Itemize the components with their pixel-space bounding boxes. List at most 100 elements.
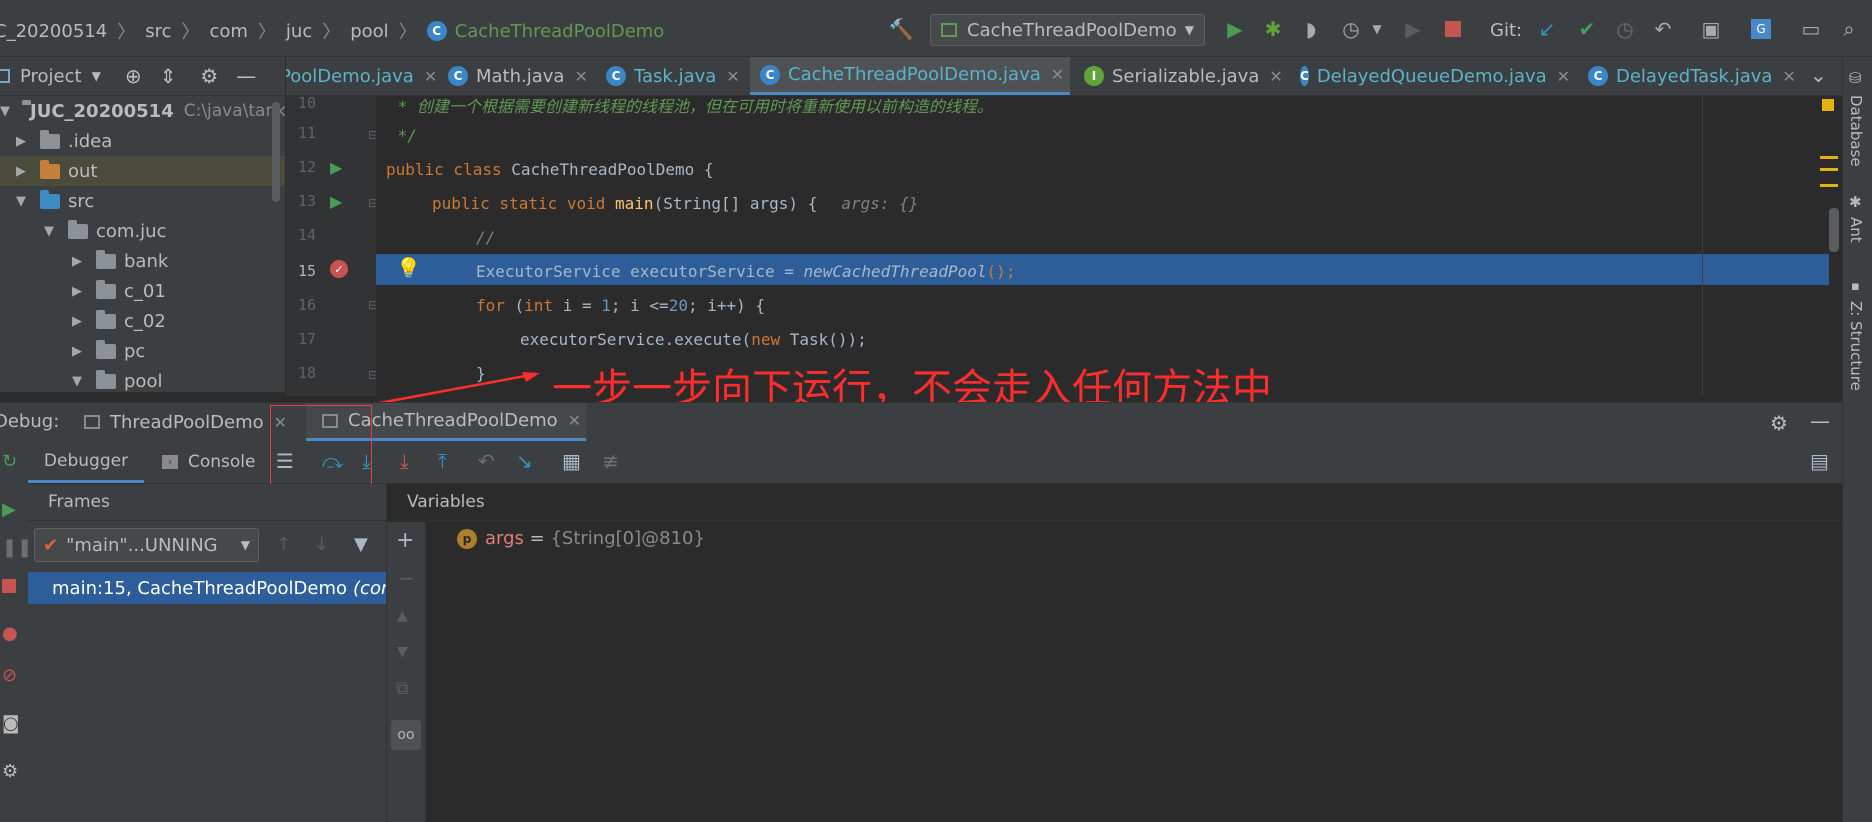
minimize-icon[interactable]: —: [236, 64, 256, 88]
locate-icon[interactable]: ⊕: [125, 64, 142, 88]
collapsed-arrow-icon[interactable]: ▶: [70, 254, 84, 269]
breadcrumb-pool[interactable]: pool: [350, 21, 388, 42]
coverage-icon[interactable]: ◗: [1298, 16, 1324, 42]
tab-serializable[interactable]: I Serializable.java ✕: [1076, 57, 1284, 95]
database-icon[interactable]: ⛁: [1849, 69, 1862, 87]
tabs-overflow-chevron-icon[interactable]: ⌄: [1810, 63, 1827, 87]
filter-icon[interactable]: ▼: [354, 534, 368, 555]
tree-item-src[interactable]: ▼ src: [0, 186, 285, 216]
search-everywhere-icon[interactable]: ⌕: [1836, 16, 1862, 42]
breadcrumb-project[interactable]: C_20200514: [0, 21, 107, 42]
expanded-arrow-icon[interactable]: ▼: [0, 104, 10, 119]
breadcrumb-src[interactable]: src: [145, 21, 171, 42]
tool-window-ant[interactable]: Ant: [1847, 217, 1865, 243]
stop-icon[interactable]: [2, 579, 16, 593]
error-stripe-marker[interactable]: [1820, 184, 1838, 187]
close-icon[interactable]: ✕: [424, 67, 437, 86]
breadcrumb-class[interactable]: CacheThreadPoolDemo: [455, 21, 665, 42]
gear-icon[interactable]: ⚙: [1770, 411, 1788, 435]
thread-select[interactable]: ✔ "main"...UNNING ▼: [34, 528, 259, 562]
resume-program-icon[interactable]: ▶: [2, 499, 16, 520]
code-editor[interactable]: 💡 * 创建一个根据需要创建新线程的线程池，但在可用时将重新使用以前构造的线程。…: [376, 96, 1842, 396]
stop-icon[interactable]: [1440, 16, 1466, 42]
tab-delayedtask[interactable]: C DelayedTask.java ✕: [1580, 57, 1818, 95]
mute-breakpoints-icon[interactable]: ⊘: [2, 665, 17, 686]
breadcrumb-juc[interactable]: juc: [286, 21, 312, 42]
gear-icon[interactable]: ⚙: [2, 761, 18, 782]
chevron-down-icon[interactable]: ▼: [92, 69, 101, 83]
tab-task[interactable]: C Task.java ✕: [598, 57, 746, 95]
tree-item-c01[interactable]: ▶ c_01: [0, 276, 285, 306]
terminal-icon[interactable]: ▭: [1798, 16, 1824, 42]
collapse-all-icon[interactable]: ⇕: [160, 64, 177, 88]
tree-item-pool[interactable]: ▼ pool: [0, 366, 285, 392]
collapsed-arrow-icon[interactable]: ▶: [70, 284, 84, 299]
collapsed-arrow-icon[interactable]: ▶: [70, 344, 84, 359]
tree-item-com-juc[interactable]: ▼ com.juc: [0, 216, 285, 246]
collapsed-arrow-icon[interactable]: ▶: [14, 164, 28, 179]
tab-pooldemo[interactable]: PoolDemo.java ✕: [286, 57, 437, 95]
rerun-icon[interactable]: ↻: [2, 451, 17, 472]
editor-scrollbar[interactable]: [1829, 208, 1839, 252]
expanded-arrow-icon[interactable]: ▼: [14, 194, 28, 209]
chevron-down-icon[interactable]: ▼: [1364, 16, 1390, 42]
tool-window-database[interactable]: Database: [1847, 95, 1865, 167]
camera-icon[interactable]: ◙: [2, 713, 19, 734]
tab-delayedqueuedemo[interactable]: C DelayedQueueDemo.java ✕: [1292, 57, 1570, 95]
profile-icon[interactable]: ◷: [1338, 16, 1364, 42]
tab-math[interactable]: C Math.java ✕: [440, 57, 598, 95]
run-to-cursor-icon[interactable]: ↘: [516, 449, 533, 473]
close-icon[interactable]: ✕: [574, 67, 587, 86]
tree-scrollbar[interactable]: [272, 102, 280, 202]
close-icon[interactable]: ✕: [726, 67, 739, 86]
warning-marker-icon[interactable]: [1822, 99, 1834, 111]
expanded-arrow-icon[interactable]: ▼: [42, 224, 56, 239]
project-structure-icon[interactable]: ▣: [1698, 16, 1724, 42]
build-hammer-icon[interactable]: 🔨: [888, 16, 914, 42]
tab-cachethreadpooldemo[interactable]: C CacheThreadPoolDemo.java ✕: [750, 57, 1070, 95]
project-panel-title[interactable]: Project: [20, 66, 82, 87]
step-out-icon[interactable]: ⤒: [438, 449, 447, 473]
gear-icon[interactable]: ⚙: [200, 64, 218, 88]
tab-debugger[interactable]: Debugger: [28, 441, 144, 483]
run-gutter-icon[interactable]: ▶: [330, 192, 342, 211]
evaluate-expression-icon[interactable]: ▦: [562, 449, 581, 473]
git-history-icon[interactable]: ◷: [1612, 16, 1638, 42]
variable-row[interactable]: p args = {String[0]@810}: [457, 528, 705, 549]
tree-item-out[interactable]: ▶ out: [0, 156, 285, 186]
git-rollback-icon[interactable]: ↶: [1650, 16, 1676, 42]
collapsed-arrow-icon[interactable]: ▶: [70, 314, 84, 329]
minimize-icon[interactable]: —: [1810, 409, 1830, 433]
structure-icon[interactable]: ▪: [1851, 279, 1860, 294]
tree-item-c02[interactable]: ▶ c_02: [0, 306, 285, 336]
close-icon[interactable]: ✕: [1782, 67, 1795, 86]
add-watch-icon[interactable]: +: [396, 528, 414, 553]
breakpoint-icon[interactable]: ✓: [330, 260, 348, 278]
tool-window-structure[interactable]: Z: Structure: [1847, 301, 1865, 391]
view-breakpoints-icon[interactable]: ●: [2, 623, 18, 644]
close-icon[interactable]: ✕: [1051, 65, 1064, 84]
glasses-icon[interactable]: oo: [391, 720, 421, 750]
close-icon[interactable]: ✕: [1269, 67, 1282, 86]
run-configuration-select[interactable]: CacheThreadPoolDemo ▼: [930, 14, 1205, 46]
error-stripe-marker[interactable]: [1820, 156, 1838, 159]
run-icon[interactable]: ▶: [1222, 16, 1248, 42]
run-gutter-icon[interactable]: ▶: [330, 158, 342, 177]
close-icon[interactable]: ✕: [1557, 67, 1570, 86]
close-icon[interactable]: ✕: [568, 411, 581, 430]
frame-row[interactable]: main:15, CacheThreadPoolDemo (com.juc.po…: [28, 572, 386, 604]
error-stripe-marker[interactable]: [1820, 168, 1838, 171]
ant-icon[interactable]: ✱: [1849, 193, 1862, 211]
translate-icon[interactable]: G: [1748, 16, 1774, 42]
debug-icon[interactable]: ✱: [1260, 16, 1286, 42]
lightbulb-icon[interactable]: 💡: [396, 256, 421, 280]
debug-tab-threadpooldemo[interactable]: ThreadPoolDemo ✕: [84, 403, 294, 441]
git-update-icon[interactable]: ↙: [1534, 16, 1560, 42]
breadcrumb-com[interactable]: com: [209, 21, 247, 42]
collapsed-arrow-icon[interactable]: ▶: [14, 134, 28, 149]
tree-item-idea[interactable]: ▶ .idea: [0, 126, 285, 156]
git-commit-icon[interactable]: ✔: [1574, 16, 1600, 42]
tree-item-bank[interactable]: ▶ bank: [0, 246, 285, 276]
tree-item-pc[interactable]: ▶ pc: [0, 336, 285, 366]
tree-item-root[interactable]: ▼ JUC_20200514 C:\java\tank: [0, 96, 285, 126]
